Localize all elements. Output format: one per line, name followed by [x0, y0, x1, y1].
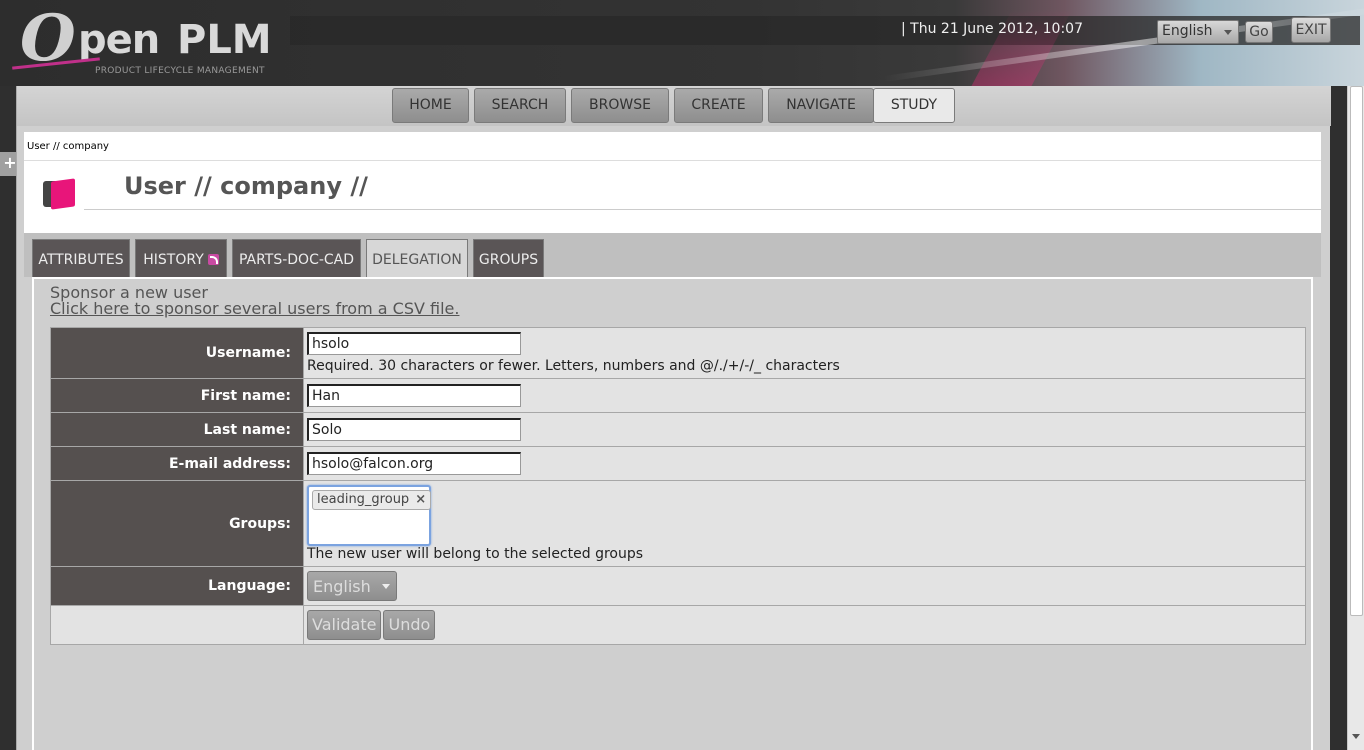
- last-name-label: Last name:: [50, 412, 304, 447]
- tab-delegation-label: DELEGATION: [372, 252, 462, 268]
- logo-plm: PLM: [177, 17, 272, 63]
- language-dropdown[interactable]: English: [307, 571, 397, 601]
- tab-history[interactable]: HISTORY: [135, 239, 227, 277]
- language-dropdown-value: English: [313, 577, 371, 596]
- breadcrumb[interactable]: User // company: [27, 141, 109, 152]
- csv-sponsor-link[interactable]: Click here to sponsor several users from…: [50, 301, 459, 317]
- tab-history-label: HISTORY: [143, 252, 204, 268]
- validate-button[interactable]: Validate: [307, 610, 382, 640]
- tab-attributes-label: ATTRIBUTES: [38, 252, 124, 268]
- exit-button[interactable]: EXIT: [1291, 17, 1331, 43]
- chevron-down-icon: [1224, 30, 1232, 35]
- groups-help: The new user will belong to the selected…: [307, 546, 644, 562]
- sponsor-intro: Sponsor a new user Click here to sponsor…: [50, 285, 459, 317]
- nav-navigate[interactable]: NAVIGATE: [768, 88, 874, 123]
- app-header: O pen PLM PRODUCT LIFECYCLE MANAGEMENT |…: [0, 0, 1364, 86]
- delegation-content: Sponsor a new user Click here to sponsor…: [32, 277, 1313, 750]
- divider: [84, 209, 1321, 210]
- scroll-down-icon[interactable]: [1352, 734, 1360, 739]
- main-nav: HOME SEARCH BROWSE CREATE NAVIGATE STUDY: [17, 86, 1331, 126]
- group-chip[interactable]: leading_group ×: [312, 490, 432, 510]
- language-select-value: English: [1162, 23, 1213, 39]
- groups-label: Groups:: [50, 480, 304, 567]
- username-help: Required. 30 characters or fewer. Letter…: [307, 358, 840, 374]
- page-scrollbar[interactable]: [1347, 86, 1364, 750]
- object-tabs: ATTRIBUTES HISTORY PARTS-DOC-CAD DELEGAT…: [24, 233, 1321, 277]
- language-select[interactable]: English: [1157, 20, 1239, 44]
- page-title: User // company //: [124, 172, 368, 200]
- sponsor-form: Username: Required. 30 characters or few…: [50, 327, 1306, 645]
- tab-parts-doc-cad-label: PARTS-DOC-CAD: [238, 252, 355, 268]
- email-field[interactable]: [307, 452, 521, 475]
- username-field[interactable]: [307, 332, 521, 355]
- scrollbar-thumb[interactable]: [1350, 86, 1363, 616]
- nav-browse[interactable]: BROWSE: [571, 88, 669, 123]
- groups-multiselect[interactable]: leading_group ×: [307, 485, 432, 546]
- username-label: Username:: [50, 327, 304, 379]
- nav-study[interactable]: STUDY: [873, 88, 955, 123]
- openplm-logo[interactable]: O pen PLM PRODUCT LIFECYCLE MANAGEMENT: [12, 6, 287, 78]
- first-name-label: First name:: [50, 378, 304, 413]
- tab-delegation[interactable]: DELEGATION: [366, 239, 468, 277]
- tab-groups[interactable]: GROUPS: [473, 239, 544, 277]
- language-label: Language:: [50, 566, 304, 606]
- current-datetime: | Thu 21 June 2012, 10:07: [901, 21, 1083, 37]
- tab-groups-label: GROUPS: [478, 252, 539, 268]
- tab-parts-doc-cad[interactable]: PARTS-DOC-CAD: [232, 239, 361, 277]
- first-name-field[interactable]: [307, 384, 521, 407]
- last-name-field[interactable]: [307, 418, 521, 441]
- nav-create[interactable]: CREATE: [674, 88, 763, 123]
- chevron-down-icon: [382, 584, 390, 589]
- logo-tagline: PRODUCT LIFECYCLE MANAGEMENT: [95, 66, 265, 76]
- rss-feed-icon[interactable]: [207, 254, 219, 265]
- user-object-icon: [43, 178, 77, 210]
- tab-attributes[interactable]: ATTRIBUTES: [32, 239, 130, 277]
- go-button[interactable]: Go: [1245, 21, 1273, 43]
- email-label: E-mail address:: [50, 446, 304, 481]
- nav-search[interactable]: SEARCH: [474, 88, 566, 123]
- actions-spacer: [50, 605, 304, 645]
- close-icon[interactable]: ×: [415, 492, 426, 507]
- undo-button[interactable]: Undo: [383, 610, 436, 640]
- page-header: User // company User // company //: [24, 132, 1321, 233]
- nav-home[interactable]: HOME: [392, 88, 469, 123]
- logo-pen: pen: [78, 17, 160, 63]
- group-chip-label: leading_group: [317, 492, 410, 507]
- divider: [24, 160, 1321, 161]
